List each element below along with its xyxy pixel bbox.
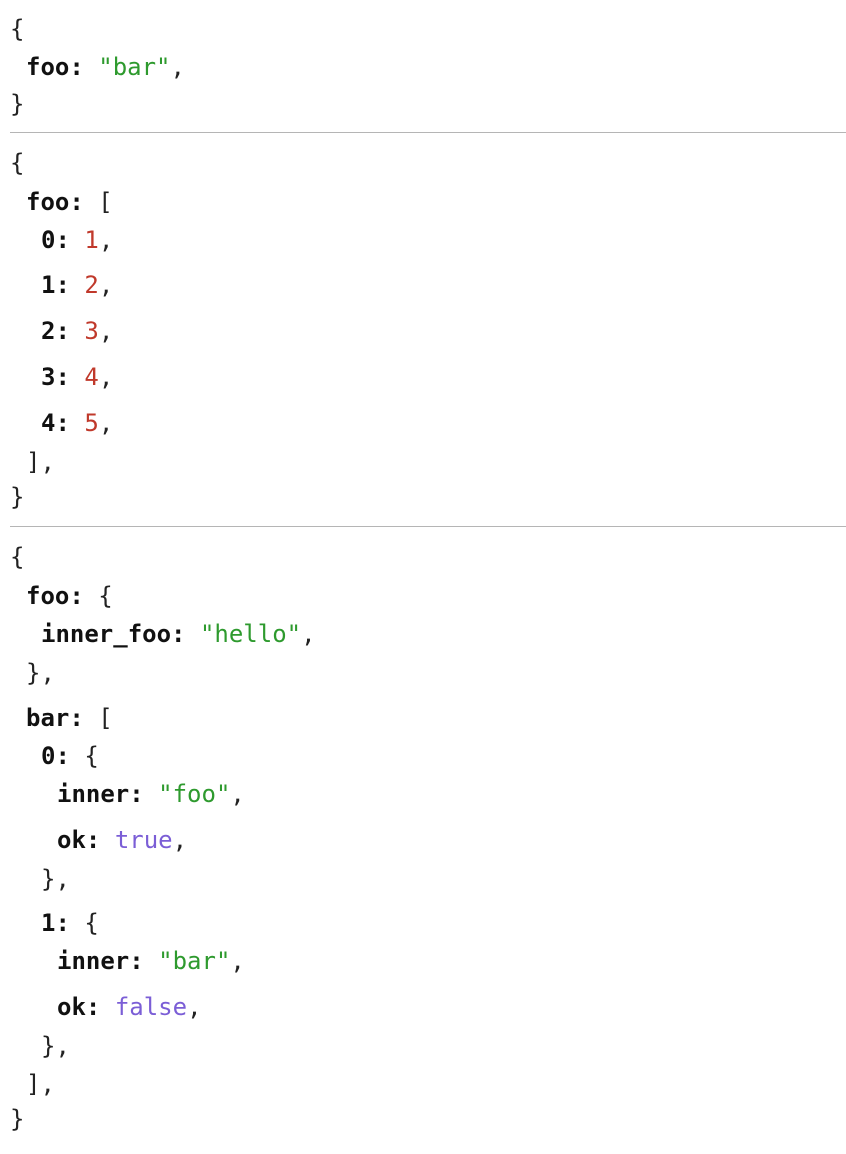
block3-foo-close: },: [26, 659, 55, 687]
divider: [10, 132, 846, 133]
block3-open-brace: {: [10, 543, 25, 571]
bar-item-1-ok: ok: false,: [57, 993, 202, 1021]
bar-item-0-inner: inner: "foo",: [57, 780, 245, 808]
block2-close-brace: }: [10, 483, 25, 511]
array-item: 2: 3,: [41, 317, 114, 345]
block2-foo-line: foo: [: [26, 188, 113, 216]
block2-close-bracket: ],: [26, 448, 55, 476]
key-foo: foo:: [26, 53, 84, 81]
block1-foo-line: foo: "bar",: [26, 53, 185, 81]
array-item: 1: 2,: [41, 271, 114, 299]
array-item: 3: 4,: [41, 363, 114, 391]
block3-bar-close: ],: [26, 1070, 55, 1098]
bar-item-1-inner: inner: "bar",: [57, 947, 245, 975]
bar-item-1-close: },: [41, 1032, 70, 1060]
inner-foo-line: inner_foo: "hello",: [41, 620, 316, 648]
block1-close-brace: }: [10, 90, 25, 118]
block3-foo-line: foo: {: [26, 582, 113, 610]
block2-open-brace: {: [10, 149, 25, 177]
divider: [10, 526, 846, 527]
bar-item-0-open: 0: {: [41, 742, 99, 770]
bar-item-0-ok: ok: true,: [57, 826, 188, 854]
block1-open-brace: {: [10, 15, 25, 43]
value-bar: "bar": [98, 53, 171, 81]
block3-close-brace: }: [10, 1105, 25, 1133]
array-item: 0: 1,: [41, 226, 114, 254]
block3-bar-line: bar: [: [26, 704, 113, 732]
bar-item-1-open: 1: {: [41, 909, 99, 937]
key-bar: bar:: [26, 704, 84, 732]
array-item: 4: 5,: [41, 409, 114, 437]
key-foo: foo:: [26, 188, 84, 216]
key-foo: foo:: [26, 582, 84, 610]
bar-item-0-close: },: [41, 865, 70, 893]
